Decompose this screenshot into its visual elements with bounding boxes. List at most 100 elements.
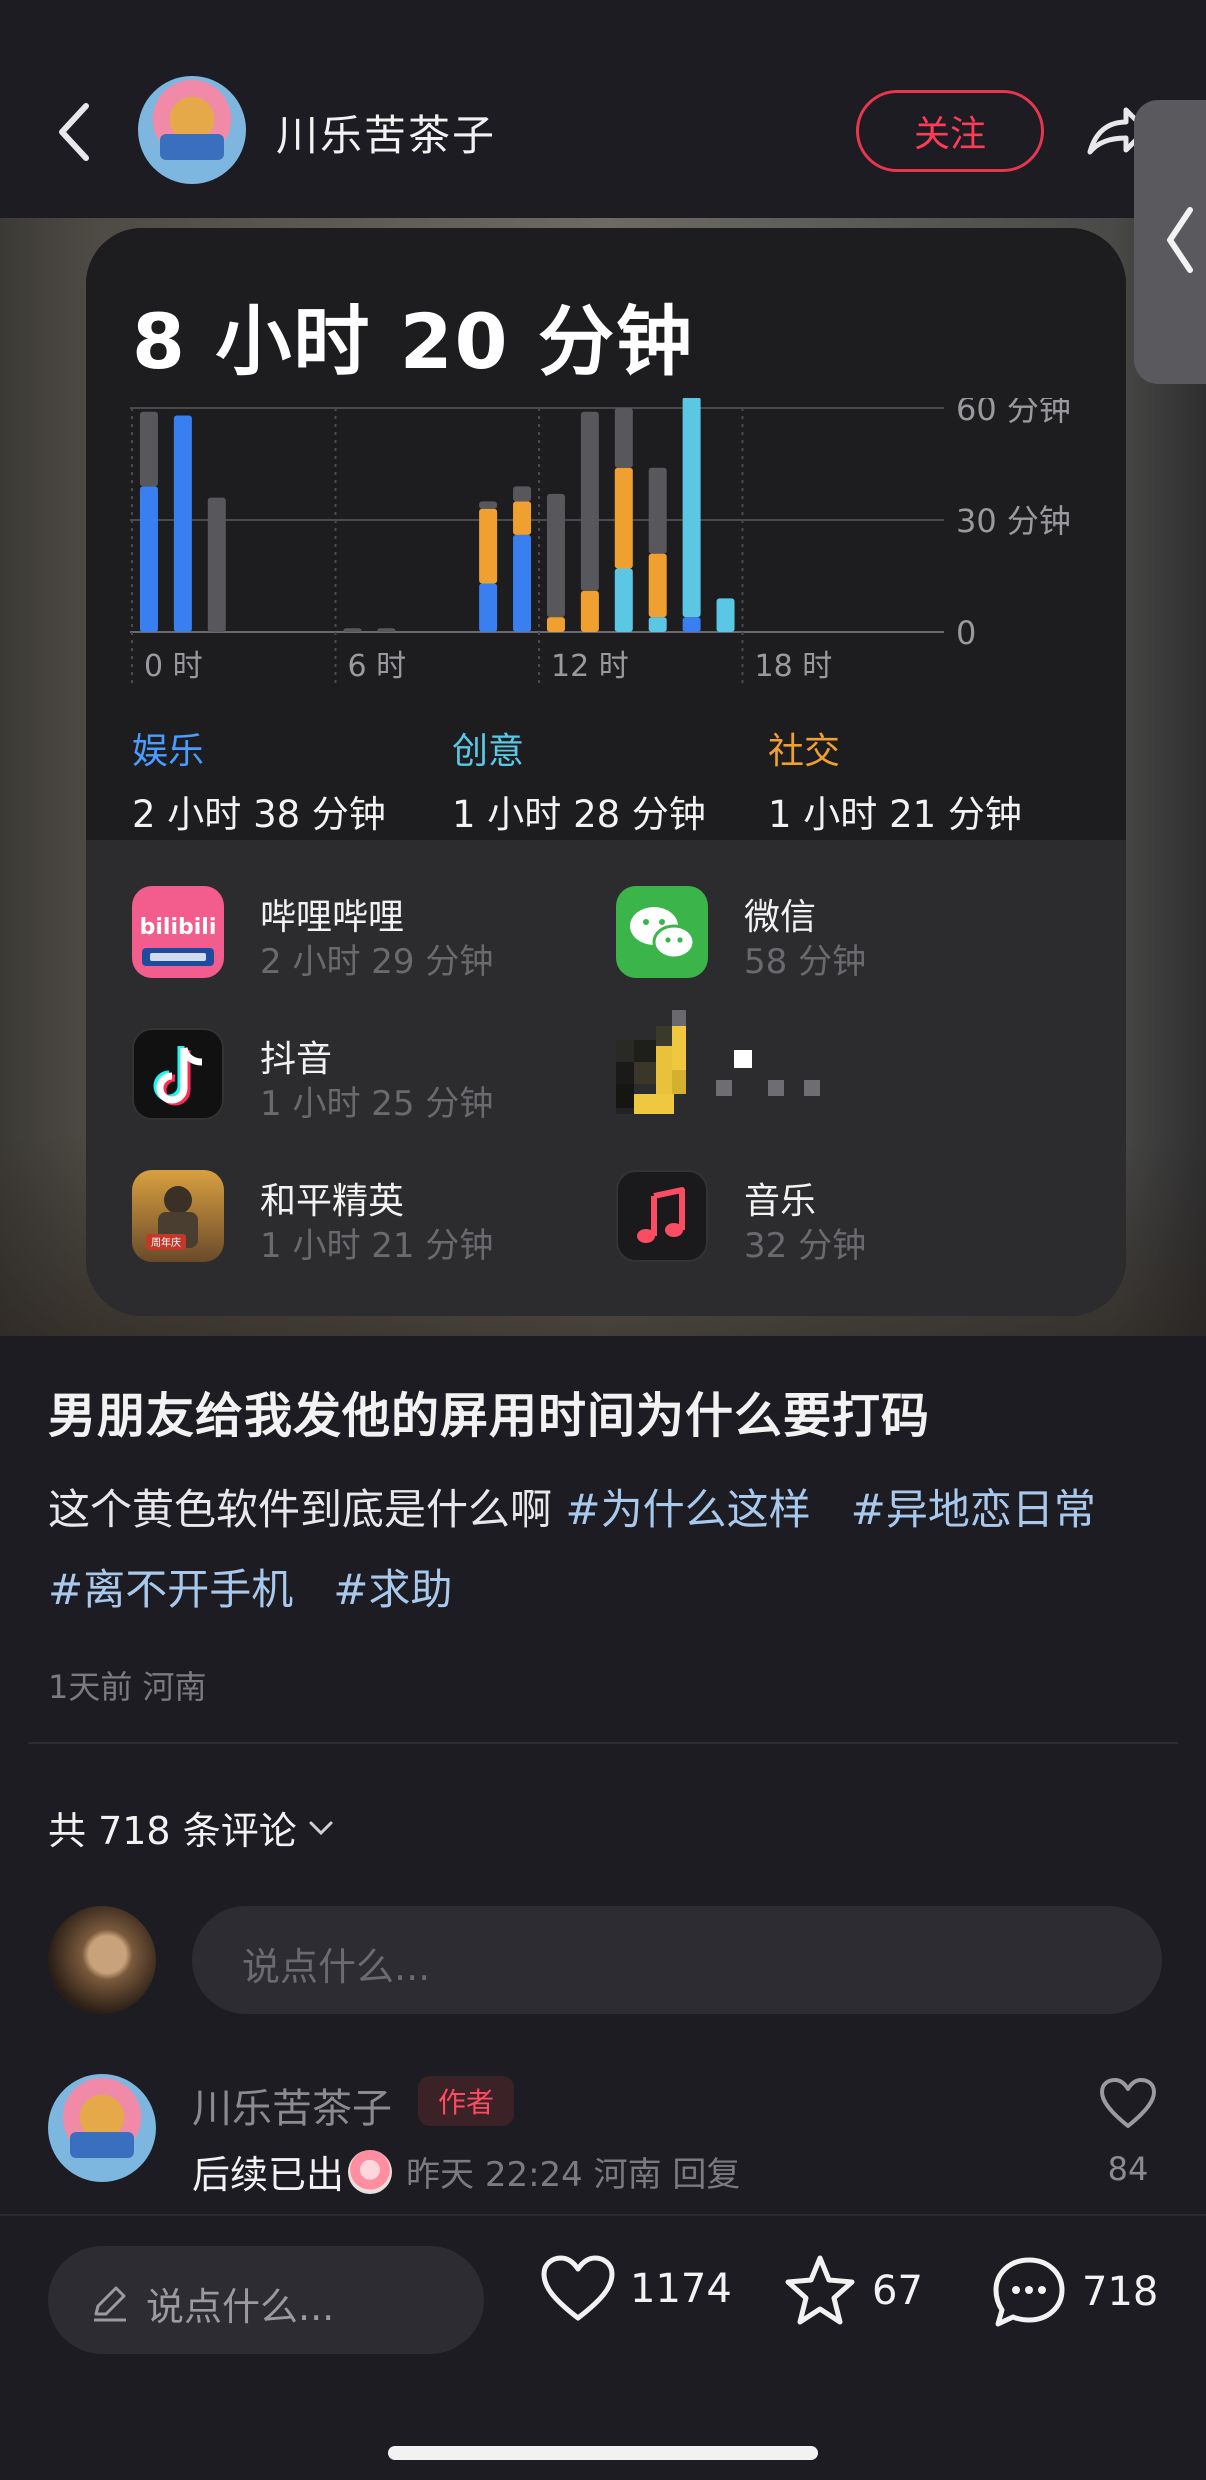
- hashtag[interactable]: #为什么这样: [565, 1485, 810, 1534]
- chart-bar-segment: [580, 411, 599, 591]
- app-row-wechat: 微信 58 分钟: [616, 886, 1066, 986]
- comment-meta[interactable]: 昨天 22:24 河南 回复: [406, 2147, 740, 2196]
- app-row-music: 音乐 32 分钟: [616, 1170, 1066, 1270]
- author-name[interactable]: 川乐苦茶子: [276, 102, 496, 163]
- app-time: 2 小时 29 分钟: [260, 942, 494, 982]
- category-time: 1 小时 21 分钟: [768, 793, 1022, 836]
- music-icon: [616, 1170, 708, 1262]
- hashtag[interactable]: #离不开手机: [48, 1565, 293, 1614]
- category-name: 创意: [452, 731, 525, 772]
- chart-bar-segment: [377, 628, 396, 632]
- favorite-button[interactable]: 67: [782, 2254, 923, 2328]
- chart-bar-segment: [479, 501, 498, 509]
- chart-bar-segment: [614, 408, 633, 468]
- post-title: 男朋友给我发他的屏用时间为什么要打码: [48, 1388, 931, 1444]
- bilibili-icon: bilibili: [132, 886, 224, 978]
- top-bar: 川乐苦茶子 关注: [0, 0, 1206, 218]
- category-entertainment: 娱乐 2 小时 38 分钟: [132, 722, 386, 838]
- bottom-comment-input[interactable]: 说点什么...: [48, 2246, 484, 2354]
- chart-bar-segment: [139, 411, 158, 487]
- pixelated-icon: [616, 1010, 820, 1114]
- commenter-avatar[interactable]: [48, 2074, 156, 2182]
- category-time: 1 小时 28 分钟: [452, 793, 706, 836]
- chart-bar-segment: [173, 415, 192, 632]
- bottom-input-placeholder: 说点什么...: [146, 2285, 335, 2329]
- cake-emoji-icon: [348, 2149, 393, 2194]
- chart-bar-segment: [546, 617, 565, 632]
- side-collapse-tab[interactable]: [1134, 100, 1206, 384]
- comment-text: 后续已出: [192, 2153, 345, 2197]
- screen-time-card: 8 小时 20 分钟 60 分钟 30 分钟 0 0 时 6 时 12 时 18 时 娱乐 …: [86, 228, 1126, 1316]
- chart-bar-segment: [682, 617, 701, 632]
- favorite-count: 67: [872, 2268, 923, 2314]
- my-avatar: [48, 1906, 156, 2014]
- x-tick-label: 12 时: [551, 649, 629, 684]
- chevron-left-icon: [59, 103, 89, 161]
- comment-like-button[interactable]: [1098, 2076, 1158, 2130]
- comment-button[interactable]: 718: [990, 2254, 1158, 2330]
- hashtag[interactable]: #求助: [333, 1565, 452, 1614]
- app-name: 抖音: [260, 1039, 333, 1080]
- post-image[interactable]: 8 小时 20 分钟 60 分钟 30 分钟 0 0 时 6 时 12 时 18 时 娱乐 …: [0, 218, 1206, 1336]
- commenter-name[interactable]: 川乐苦茶子: [192, 2076, 392, 2134]
- home-indicator: [388, 2446, 818, 2460]
- app-name: 音乐: [744, 1181, 817, 1222]
- chart-bar-segment: [682, 398, 701, 618]
- app-usage-list: bilibili 哔哩哔哩 2 小时 29 分钟 微信 58 分钟 抖音 1 小…: [86, 840, 1126, 1316]
- chart-bar-segment: [343, 628, 362, 632]
- chart-bar-segment: [139, 486, 158, 632]
- divider: [28, 1742, 1178, 1744]
- comment-count-sort[interactable]: 共 718 条评论: [48, 1800, 335, 1855]
- app-time: 58 分钟: [744, 942, 867, 982]
- comment-like-count: 84: [1107, 2150, 1149, 2188]
- post-body: 这个黄色软件到底是什么啊 #为什么这样 #异地恋日常 #离不开手机 #求助: [48, 1470, 1168, 1630]
- like-button[interactable]: 1174: [540, 2254, 732, 2324]
- comment-count: 718: [1082, 2269, 1159, 2315]
- chevron-down-icon: [309, 1821, 333, 1835]
- comment-item[interactable]: 后续已出 昨天 22:24 河南 回复: [192, 2144, 740, 2199]
- chart-bar-segment: [648, 467, 667, 554]
- total-screen-time: 8 小时 20 分钟: [132, 297, 695, 386]
- x-tick-label: 6 时: [348, 649, 407, 684]
- comment-input-placeholder: 说点什么...: [242, 1945, 431, 1989]
- app-time: 1 小时 25 分钟: [260, 1084, 494, 1124]
- chart-bar-segment: [648, 553, 667, 618]
- chart-bar-segment: [207, 497, 226, 632]
- app-name: 微信: [744, 897, 817, 938]
- heart-icon: [1100, 2078, 1156, 2128]
- x-tick-label: 18 时: [755, 649, 833, 684]
- comment-count-label: 共 718 条评论: [48, 1809, 297, 1853]
- hashtag[interactable]: #异地恋日常: [851, 1485, 1096, 1534]
- post-body-text: 这个黄色软件到底是什么啊: [48, 1485, 553, 1534]
- follow-button[interactable]: 关注: [856, 90, 1044, 172]
- comment-input[interactable]: 说点什么...: [192, 1906, 1162, 2014]
- chart-bar-segment: [648, 617, 667, 632]
- douyin-icon: [132, 1028, 224, 1120]
- hourly-usage-chart: 60 分钟 30 分钟 0 0 时 6 时 12 时 18 时: [130, 398, 1071, 688]
- app-row-peacekeeper-elite: 周年庆 和平精英 1 小时 21 分钟: [132, 1170, 582, 1270]
- chart-bar-segment: [513, 486, 532, 502]
- app-row-censored: [616, 1010, 1066, 1114]
- y-tick-label: 30 分钟: [956, 502, 1071, 540]
- category-social: 社交 1 小时 21 分钟: [768, 722, 1022, 838]
- category-time: 2 小时 38 分钟: [132, 793, 386, 836]
- game-icon: 周年庆: [132, 1170, 224, 1262]
- app-row-douyin: 抖音 1 小时 25 分钟: [132, 1028, 582, 1128]
- chart-bar-segment: [479, 583, 498, 632]
- chart-bar-segment: [513, 534, 532, 632]
- app-time: 32 分钟: [744, 1226, 867, 1266]
- back-button[interactable]: [50, 100, 100, 164]
- chart-bar-segment: [716, 598, 735, 632]
- category-name: 娱乐: [132, 731, 205, 772]
- wechat-icon: [616, 886, 708, 978]
- chevron-left-icon: [1160, 204, 1200, 276]
- category-summary: 娱乐 2 小时 38 分钟 创意 1 小时 28 分钟 社交 1 小时 21 分…: [132, 722, 1092, 836]
- post-meta: 1天前 河南: [48, 1668, 207, 1706]
- bottom-action-bar: 说点什么... 1174 67 718: [0, 2214, 1206, 2480]
- comment-bubble-icon: [993, 2257, 1065, 2327]
- category-creativity: 创意 1 小时 28 分钟: [452, 722, 706, 838]
- app-time: 1 小时 21 分钟: [260, 1226, 494, 1266]
- author-avatar[interactable]: [138, 76, 246, 184]
- heart-icon: [541, 2255, 615, 2321]
- chart-bar-segment: [614, 568, 633, 632]
